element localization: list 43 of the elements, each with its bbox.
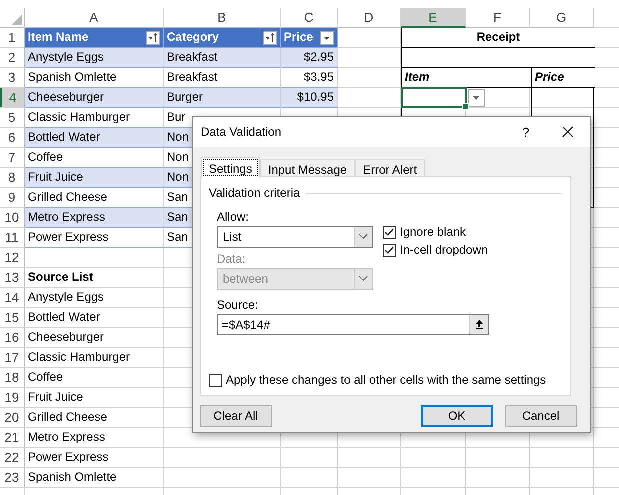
- close-icon[interactable]: [562, 126, 574, 138]
- table-cell: $2.95: [281, 48, 338, 68]
- checkbox-option[interactable]: Ignore blank: [383, 225, 488, 239]
- checkbox[interactable]: [209, 374, 222, 386]
- table-cell: Metro Express: [25, 208, 164, 228]
- dialog-title: Data Validation: [201, 125, 282, 139]
- column-heading: Item Name: [28, 29, 89, 46]
- table-cell: Breakfast: [164, 48, 281, 68]
- dialog-button[interactable]: OK: [421, 405, 493, 427]
- dialog-button[interactable]: Cancel: [505, 405, 577, 427]
- column-header[interactable]: E: [401, 8, 466, 28]
- table-cell: Anystyle Eggs: [25, 48, 164, 68]
- table-cell: Bottled Water: [25, 128, 164, 148]
- field-label: Source:: [217, 298, 260, 312]
- checkbox[interactable]: [383, 244, 396, 256]
- table-cell: Burger: [164, 88, 281, 108]
- upload-arrow-icon: [474, 319, 484, 330]
- filter-dropdown-icon[interactable]: [320, 30, 334, 44]
- dialog-button[interactable]: Clear All: [200, 405, 272, 427]
- help-button[interactable]: ?: [506, 124, 546, 140]
- field-label: Allow:: [217, 210, 250, 224]
- checkbox[interactable]: [383, 226, 396, 238]
- checkbox-option[interactable]: In-cell dropdown: [383, 243, 488, 257]
- row-header[interactable]: 4: [0, 88, 25, 108]
- source-field[interactable]: =$A$14#: [217, 314, 469, 335]
- table-cell: Cheeseburger: [25, 88, 164, 108]
- field-label: Data:: [217, 252, 247, 266]
- table-cell: Fruit Juice: [25, 168, 164, 188]
- chevron-down-icon: [359, 234, 368, 240]
- table-cell: $10.95: [281, 88, 338, 108]
- column-heading: Price: [531, 68, 595, 88]
- column-heading: Category: [167, 29, 220, 46]
- sort-filter-icon[interactable]: [263, 30, 277, 44]
- collapse-dialog-button[interactable]: [469, 314, 489, 335]
- checkbox-option[interactable]: Apply these changes to all other cells with the same settings: [209, 373, 546, 387]
- active-cell[interactable]: [401, 87, 467, 108]
- receipt-title: Receipt: [402, 28, 595, 48]
- column-heading: Item: [402, 68, 531, 88]
- allow-dropdown[interactable]: List: [217, 226, 373, 248]
- sort-filter-icon[interactable]: [146, 30, 160, 44]
- chevron-down-icon: [359, 276, 368, 282]
- column-heading: Price: [284, 29, 314, 46]
- tab[interactable]: Settings: [201, 157, 260, 178]
